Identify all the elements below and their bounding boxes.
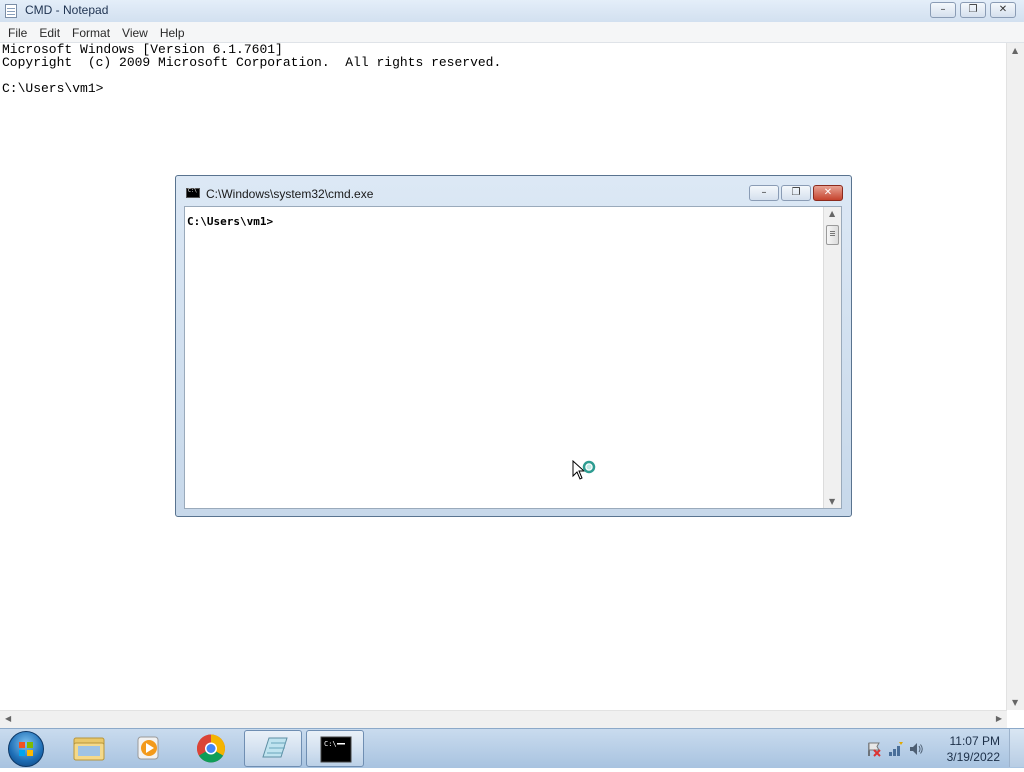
system-tray: 11:07 PM 3/19/2022	[854, 729, 1024, 767]
window-title: CMD - Notepad	[25, 3, 109, 17]
cmd-window-title: C:\Windows\system32\cmd.exe	[206, 187, 374, 201]
clock-date[interactable]: 3/19/2022	[947, 750, 1000, 764]
restore-icon: ❐	[968, 4, 978, 15]
busy-cursor-icon	[572, 460, 596, 480]
taskbar-chrome[interactable]	[182, 730, 240, 767]
cmd-window[interactable]: C:\Windows\system32\cmd.exe – ❐ ✕ C:\Use…	[175, 175, 852, 517]
cmd-icon	[186, 188, 200, 198]
windows-logo-icon	[19, 742, 33, 756]
restore-button[interactable]: ❐	[960, 2, 986, 18]
cmd-prompt: C:\Users\vm1>	[187, 215, 274, 228]
menu-file[interactable]: File	[2, 23, 33, 43]
cmd-caption-buttons: – ❐ ✕	[747, 185, 843, 201]
scroll-down-icon[interactable]: ▼	[1012, 698, 1018, 707]
clock-time[interactable]: 11:07 PM	[950, 734, 1000, 748]
notepad-icon	[262, 737, 288, 758]
show-desktop-button[interactable]	[1009, 729, 1024, 767]
scroll-down-icon[interactable]: ▼	[829, 497, 835, 506]
cmd-console[interactable]: C:\Users\vm1> ▲ ▼	[184, 206, 842, 509]
scroll-up-icon[interactable]: ▲	[829, 209, 835, 218]
svg-text:C:\: C:\	[324, 740, 337, 748]
taskbar-cmd[interactable]: C:\	[306, 730, 364, 767]
command-prompt-icon: C:\	[320, 736, 352, 763]
text-line: Copyright (c) 2009 Microsoft Corporation…	[2, 55, 502, 70]
notepad-content: Microsoft Windows [Version 6.1.7601] Cop…	[2, 43, 501, 95]
taskbar-media-player[interactable]	[121, 730, 179, 767]
minimize-icon: –	[761, 187, 767, 198]
restore-icon: ❐	[791, 187, 801, 198]
scroll-right-icon[interactable]: ▶	[996, 714, 1002, 723]
start-button[interactable]	[8, 731, 44, 767]
minimize-icon: –	[940, 4, 946, 15]
close-button[interactable]: ✕	[990, 2, 1016, 18]
menu-format[interactable]: Format	[66, 23, 116, 43]
taskbar: C:\ 11:07 PM 3/19/2022	[0, 728, 1024, 768]
minimize-button[interactable]: –	[930, 2, 956, 18]
taskbar-explorer[interactable]	[60, 730, 118, 767]
scroll-thumb[interactable]	[826, 225, 839, 245]
cmd-close-button[interactable]: ✕	[813, 185, 843, 201]
scroll-left-icon[interactable]: ◀	[5, 714, 11, 723]
folder-icon	[73, 737, 105, 761]
vertical-scrollbar[interactable]: ▲ ▼	[1006, 43, 1024, 710]
caption-buttons: – ❐ ✕	[926, 2, 1016, 18]
horizontal-scrollbar[interactable]: ◀ ▶	[0, 710, 1007, 728]
notepad-title-bar[interactable]: CMD - Notepad – ❐ ✕	[0, 0, 1024, 23]
menu-help[interactable]: Help	[154, 23, 191, 43]
chrome-icon	[197, 734, 225, 763]
menu-view[interactable]: View	[116, 23, 154, 43]
scroll-up-icon[interactable]: ▲	[1012, 46, 1018, 55]
menu-edit[interactable]: Edit	[33, 23, 66, 43]
notepad-icon	[5, 4, 17, 18]
menu-bar: File Edit Format View Help	[0, 22, 1024, 43]
text-line: C:\Users\vm1>	[2, 81, 104, 96]
cmd-restore-button[interactable]: ❐	[781, 185, 811, 201]
cmd-vertical-scrollbar[interactable]: ▲ ▼	[823, 207, 841, 508]
action-center-flag-icon[interactable]	[866, 741, 882, 757]
close-icon: ✕	[823, 187, 833, 198]
volume-icon[interactable]	[908, 741, 924, 757]
media-player-icon	[137, 736, 159, 760]
cmd-minimize-button[interactable]: –	[749, 185, 779, 201]
close-icon: ✕	[998, 4, 1008, 15]
network-icon[interactable]	[888, 741, 904, 757]
taskbar-notepad[interactable]	[244, 730, 302, 767]
